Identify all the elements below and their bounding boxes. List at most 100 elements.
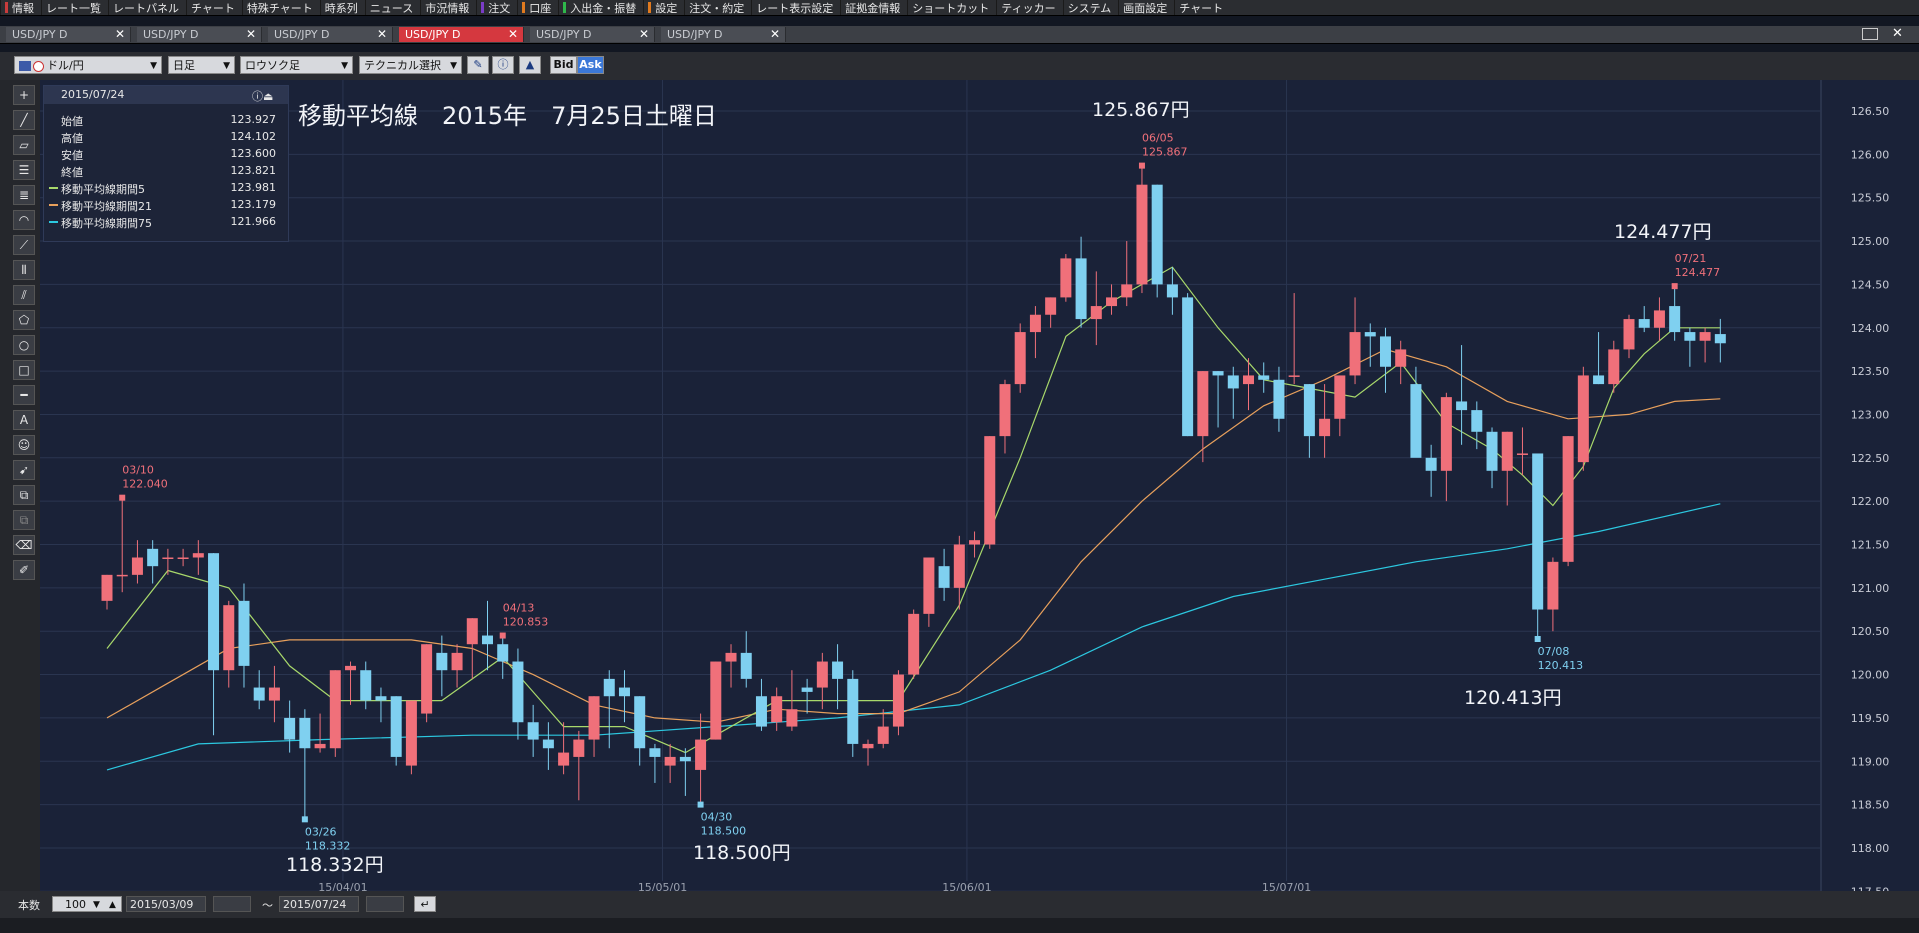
candlestick-chart[interactable]: 126.50 126.00 125.50 125.00 124.50 124.00 123.… [40,80,1919,891]
menu-item[interactable]: ニュース [364,0,420,15]
info-row: 安値 123.600 [61,147,276,162]
bid-button[interactable]: Bid [550,56,577,74]
chart-tab-label: USD/JPY D [143,28,199,41]
crosshair-tool-icon[interactable]: + [13,85,35,105]
info-row: 移動平均線期間21 123.179 [49,198,276,213]
candle-body [1471,410,1483,432]
y-tick-label: 124.50 [1851,278,1890,291]
fan-tool-icon[interactable]: ⟋ [13,235,35,255]
fib-arc-tool-icon[interactable]: ◠ [13,210,35,230]
candle-body [497,644,509,662]
tab-close-icon[interactable]: ✕ [377,27,387,42]
end-date-field[interactable]: 2015/07/24 [279,896,359,912]
start-time-field[interactable] [213,896,251,912]
area-button[interactable]: ▲ [519,56,541,74]
tab-close-icon[interactable]: ✕ [508,27,518,42]
menu-item[interactable]: 画面設定 [1118,0,1174,15]
chart-type-select[interactable]: ロウソク足 ▼ [240,56,353,74]
menu-item[interactable]: 証拠金情報 [840,0,907,15]
candle-body [329,670,341,749]
start-date-field[interactable]: 2015/03/09 [126,896,206,912]
window-close-icon[interactable]: ✕ [1892,26,1903,41]
period-select[interactable]: 日足 ▼ [168,56,235,74]
tab-close-icon[interactable]: ✕ [639,27,649,42]
y-tick-label: 126.50 [1851,105,1890,118]
menu-item[interactable]: ティッカー [996,0,1062,15]
menu-color-mark [5,2,8,13]
rectangle-tool-icon[interactable]: □ [13,360,35,380]
high-marker [499,632,506,639]
info-panel-icon[interactable]: ⓘ⏏ [252,88,273,104]
menu-item[interactable]: レートパネル [108,0,186,15]
eraser-tool-icon[interactable]: ⌫ [13,535,35,555]
hline-tool-icon[interactable]: ━ [13,385,35,405]
candle-body [1243,375,1254,385]
ruler-tool-icon[interactable]: ▱ [13,135,35,155]
chart-tab[interactable]: USD/JPY D ✕ [137,27,262,42]
cursor-tool-icon[interactable]: ➹ [13,460,35,480]
low-date-label: 04/30 [701,811,733,824]
candle-body [1182,297,1194,437]
menu-item[interactable]: チャート [1174,0,1230,15]
candle-body [1669,306,1681,333]
candle-body [360,670,372,701]
menu-item[interactable]: 注文 [476,0,517,15]
y-tick-label: 126.00 [1851,148,1890,161]
chart-tab[interactable]: USD/JPY D ✕ [530,27,655,42]
menu-item[interactable]: 市況情報 [420,0,476,15]
high-marker [119,494,126,501]
menu-item-label: 画面設定 [1123,1,1168,15]
candle-body [725,652,737,662]
pen-icon: ✎ [473,58,483,71]
horizontal-lines-tool-icon[interactable]: ☰ [13,160,35,180]
menu-item[interactable]: 注文・約定 [684,0,751,15]
trendline-tool-icon[interactable]: ╱ [13,110,35,130]
info-button[interactable]: ⓘ [492,56,514,74]
menu-item[interactable]: 特殊チャート [241,0,320,15]
menu-item-label: 設定 [655,1,678,15]
count-label: 本数 [18,899,40,912]
gann-fan-tool-icon[interactable]: ⫽ [13,285,35,305]
copy-tool-icon[interactable]: ⧉ [13,485,35,505]
menu-item[interactable]: ショートカット [907,0,996,15]
window-restore-icon[interactable] [1862,28,1878,40]
pen-button[interactable]: ✎ [467,56,489,74]
reset-button[interactable]: ↵ [414,896,436,912]
chart-tab[interactable]: USD/JPY D ✕ [268,27,393,42]
technical-select[interactable]: テクニカル選択 ▼ [359,56,462,74]
end-time-field[interactable] [366,896,404,912]
info-row-label: 高値 [61,132,83,145]
pentagon-tool-icon[interactable]: ⬠ [13,310,35,330]
menu-item[interactable]: 情報 [0,0,41,15]
text-tool-icon[interactable]: A [13,410,35,430]
menu-item-label: 証拠金情報 [845,1,901,15]
menu-item[interactable]: チャート [186,0,242,15]
paste-tool-icon[interactable]: ⧉ [13,510,35,530]
menu-item[interactable]: レート表示設定 [751,0,840,15]
chart-tab[interactable]: USD/JPY D ✕ [661,27,786,42]
candle-body [208,553,220,671]
currency-pair-select[interactable]: ドル/円 ▼ [14,56,162,74]
tab-close-icon[interactable]: ✕ [115,27,125,42]
candle-body [558,752,570,766]
menu-item[interactable]: 入出金・振替 [558,0,643,15]
fibonacci-tool-icon[interactable]: ≣ [13,185,35,205]
chart-tab[interactable]: USD/JPY D ✕ [6,27,131,42]
chart-tab[interactable]: USD/JPY D ✕ [399,27,524,42]
info-row: 終値 123.821 [61,164,276,179]
erase-all-tool-icon[interactable]: ✐ [13,560,35,580]
menu-item[interactable]: 設定 [643,0,684,15]
chevron-down-icon: ▼ [223,61,230,71]
count-stepper[interactable]: 100 ▼ ▲ [52,896,122,912]
candle-body [1029,314,1041,333]
menu-item[interactable]: 口座 [517,0,558,15]
smiley-tool-icon[interactable]: ☺ [13,435,35,455]
circle-tool-icon[interactable]: ○ [13,335,35,355]
tab-close-icon[interactable]: ✕ [770,27,780,42]
ask-button[interactable]: Ask [577,56,604,74]
tab-close-icon[interactable]: ✕ [246,27,256,42]
menu-item[interactable]: レート一覧 [41,0,108,15]
menu-item[interactable]: システム [1062,0,1119,15]
vertical-lines-tool-icon[interactable]: ⦀ [13,260,35,280]
menu-item[interactable]: 時系列 [319,0,365,15]
